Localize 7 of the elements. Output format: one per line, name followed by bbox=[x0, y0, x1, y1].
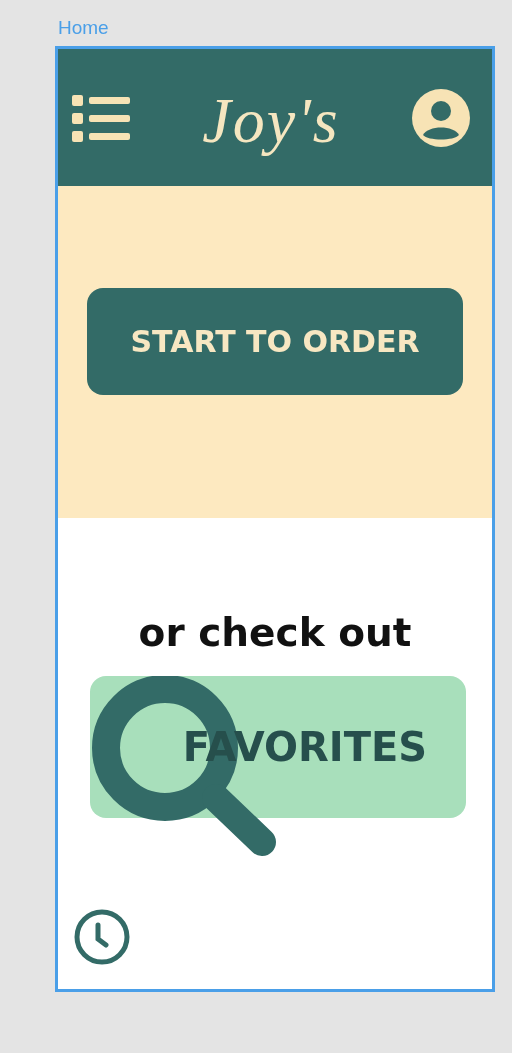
logo-text: Joy's bbox=[202, 83, 340, 158]
prompt-text: or check out bbox=[138, 609, 412, 657]
start-order-button[interactable]: START TO ORDER bbox=[87, 288, 463, 395]
menu-list-icon[interactable] bbox=[72, 92, 130, 143]
frame-label: Home bbox=[58, 16, 109, 40]
user-avatar-icon[interactable] bbox=[412, 88, 470, 147]
clock-icon[interactable] bbox=[74, 909, 130, 965]
